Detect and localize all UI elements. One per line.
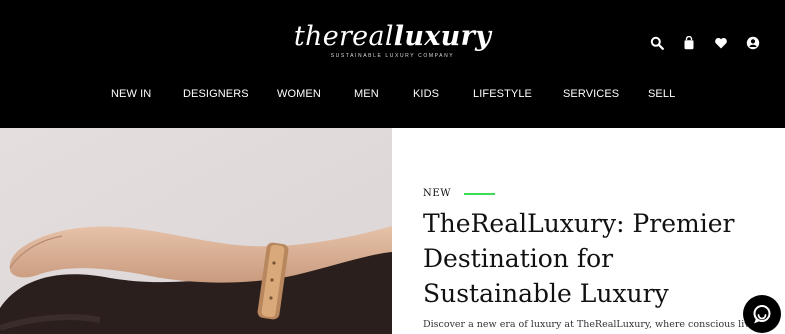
bag-icon[interactable] [682,36,696,50]
hero-description: Discover a new era of luxury at TheRealL… [423,319,765,330]
chat-button[interactable] [743,295,781,333]
nav-item-men[interactable]: MEN [354,88,379,100]
account-icon[interactable] [746,36,760,50]
hero-image [0,128,392,334]
nav-item-kids[interactable]: KIDS [413,88,439,100]
logo-prefix: thereal [293,21,394,52]
hero-content: NEW TheRealLuxury: Premier Destination f… [392,128,785,334]
logo-tagline: SUSTAINABLE LUXURY COMPANY [330,53,455,59]
nav-item-services[interactable]: SERVICES [563,88,619,100]
hero-title: TheRealLuxury: Premier Destination for S… [423,209,735,308]
nav-item-lifestyle[interactable]: LIFESTYLE [473,88,532,100]
chat-icon [753,305,771,324]
logo-suffix: luxury [393,21,492,52]
logo-wordmark: therealluxury [294,22,491,52]
kicker-accent-line [464,193,495,195]
heart-icon[interactable] [714,36,728,50]
hero-kicker: NEW [423,188,452,199]
nav-item-sell[interactable]: SELL [648,88,675,100]
main-nav: NEW IN DESIGNERS WOMEN MEN KIDS LIFESTYL… [0,88,785,104]
nav-item-women[interactable]: WOMEN [277,88,321,100]
site-header: therealluxury SUSTAINABLE LUXURY COMPANY… [0,0,785,128]
search-icon[interactable] [650,36,664,50]
hero-photo-illustration [0,128,392,334]
nav-item-new-in[interactable]: NEW IN [111,88,151,100]
header-icons [650,36,760,50]
nav-item-designers[interactable]: DESIGNERS [183,88,249,100]
